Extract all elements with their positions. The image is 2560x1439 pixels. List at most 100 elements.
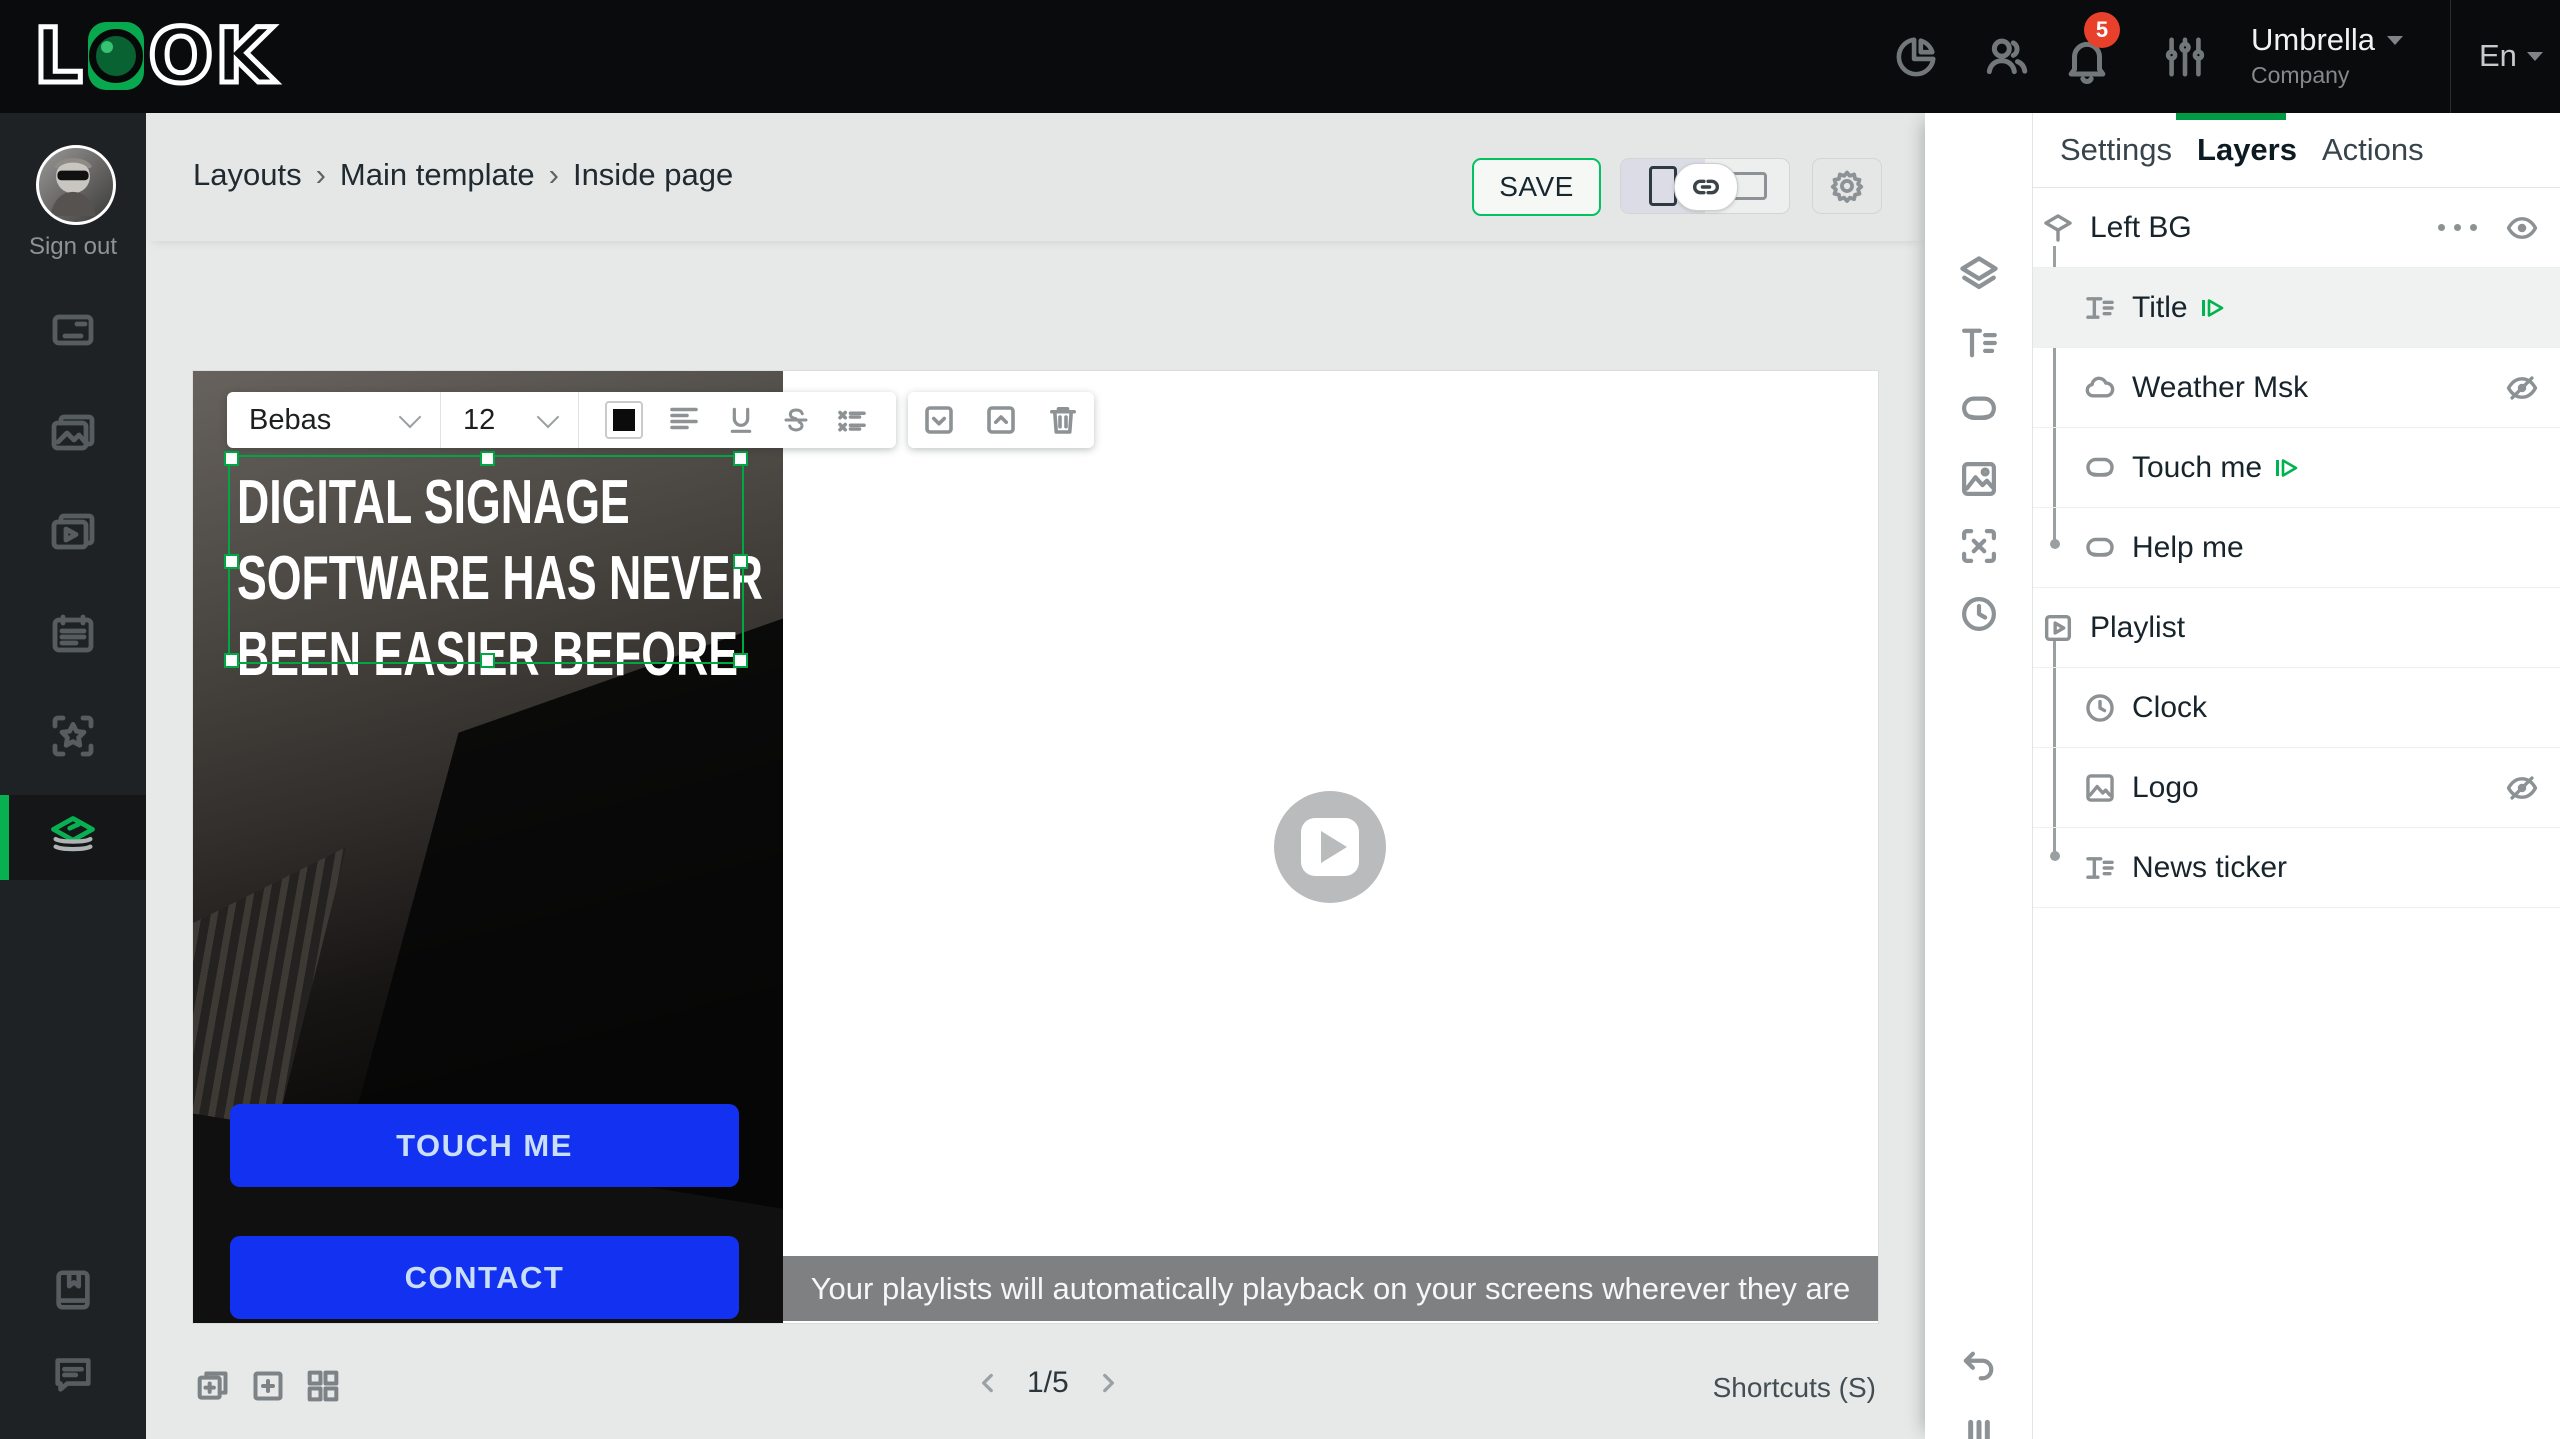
columns-button[interactable] <box>1956 1411 2002 1439</box>
tab-actions[interactable]: Actions <box>2322 132 2424 168</box>
visibility-eye-off-icon[interactable] <box>2505 371 2539 405</box>
touch-me-button[interactable]: TOUCH ME <box>230 1104 739 1187</box>
save-button[interactable]: SAVE <box>1472 158 1601 216</box>
button-icon <box>2083 531 2117 565</box>
breadcrumb-layouts[interactable]: Layouts <box>193 157 302 193</box>
chevron-down-icon <box>536 405 560 429</box>
link-icon <box>1693 179 1719 195</box>
sidebar-item-screens[interactable] <box>0 288 146 374</box>
top-bar: L O K 5 Umbrella Company En <box>0 0 2560 113</box>
duplicate-page-button[interactable] <box>193 1366 233 1406</box>
play-icon <box>1301 818 1359 876</box>
link-orientations-toggle[interactable] <box>1674 163 1738 211</box>
chevron-down-icon <box>398 405 422 429</box>
sidebar-item-docs[interactable] <box>0 1247 146 1333</box>
title-text-element[interactable]: DIGITAL SIGNAGE SOFTWARE HAS NEVER BEEN … <box>237 465 763 693</box>
layer-row-help-me[interactable]: Help me <box>2033 508 2560 588</box>
add-layer-button[interactable] <box>1956 252 2002 298</box>
undo-button[interactable] <box>1956 1343 2002 1389</box>
layer-label: News ticker <box>2132 850 2288 884</box>
prev-page-chevron-icon[interactable] <box>975 1370 1001 1396</box>
panel-tabs: Settings Layers Actions <box>2033 113 2560 188</box>
media-gallery-icon <box>51 414 95 451</box>
playlist-placeholder[interactable] <box>1274 791 1386 903</box>
add-image-button[interactable] <box>1956 456 2002 502</box>
users-icon[interactable] <box>1981 32 2031 82</box>
gear-icon <box>1830 170 1864 203</box>
layer-label: Title <box>2132 290 2188 324</box>
analytics-pie-icon[interactable] <box>1893 34 1939 80</box>
bring-forward-button[interactable] <box>983 402 1019 438</box>
arrow-up-square-icon <box>987 406 1015 434</box>
contact-button[interactable]: CONTACT <box>230 1236 739 1319</box>
layer-row-clock[interactable]: Clock <box>2033 668 2560 748</box>
news-ticker-element[interactable]: Your playlists will automatically playba… <box>783 1256 1878 1321</box>
sidebar-item-support[interactable] <box>0 1331 146 1417</box>
settings-sliders-icon[interactable] <box>2162 34 2208 80</box>
add-page-button[interactable] <box>248 1366 288 1406</box>
canvas-artboard[interactable]: DIGITAL SIGNAGE SOFTWARE HAS NEVER BEEN … <box>193 371 1878 1323</box>
delete-button[interactable] <box>1045 402 1081 438</box>
underline-button[interactable] <box>725 404 757 436</box>
layer-label: Left BG <box>2090 210 2192 244</box>
sidebar-item-layouts[interactable] <box>0 795 146 880</box>
left-bg-photo[interactable]: DIGITAL SIGNAGE SOFTWARE HAS NEVER BEEN … <box>193 371 783 1323</box>
visibility-eye-icon[interactable] <box>2505 211 2539 245</box>
cloud-icon <box>2083 371 2117 405</box>
add-page-icon <box>253 1371 283 1401</box>
layer-row-weather-msk[interactable]: Weather Msk <box>2033 348 2560 428</box>
layer-row-logo[interactable]: Logo <box>2033 748 2560 828</box>
breadcrumb-main-template[interactable]: Main template <box>340 157 535 193</box>
orientation-toggle[interactable] <box>1620 158 1790 214</box>
strikethrough-button[interactable] <box>781 405 811 435</box>
tab-settings[interactable]: Settings <box>2060 132 2172 168</box>
layers-icon <box>2041 211 2075 245</box>
text-icon <box>1962 328 1997 358</box>
list-button[interactable] <box>834 402 870 438</box>
sidebar-item-apps[interactable] <box>0 693 146 779</box>
add-qr-button[interactable] <box>1956 523 2002 569</box>
button-icon <box>2083 451 2117 485</box>
layer-row-left-bg[interactable]: Left BG <box>2033 188 2560 268</box>
logo-letter-l: L <box>31 11 85 100</box>
page-navigation: 1/5 <box>975 1366 1121 1400</box>
font-size-select[interactable]: 12 <box>441 392 578 448</box>
color-swatch <box>612 409 635 431</box>
add-button-button[interactable] <box>1956 387 2002 433</box>
add-clock-button[interactable] <box>1956 591 2002 637</box>
send-backward-button[interactable] <box>921 402 957 438</box>
layer-row-playlist[interactable]: Playlist <box>2033 588 2560 668</box>
sidebar-item-media[interactable] <box>0 390 146 476</box>
button-icon <box>1962 396 1996 420</box>
shortcuts-link[interactable]: Shortcuts (S) <box>1556 1372 1876 1404</box>
layer-row-touch-me[interactable]: Touch me <box>2033 428 2560 508</box>
text-icon <box>2083 851 2117 885</box>
sidebar-item-schedule[interactable] <box>0 591 146 677</box>
layer-options-dots-icon[interactable] <box>2438 224 2477 231</box>
visibility-eye-off-icon[interactable] <box>2505 771 2539 805</box>
resize-handle-n[interactable] <box>480 451 495 466</box>
layer-row-news-ticker[interactable]: News ticker <box>2033 828 2560 908</box>
sign-out-link[interactable]: Sign out <box>0 233 146 261</box>
account-menu[interactable]: Umbrella Company <box>2251 22 2404 89</box>
add-text-button[interactable] <box>1956 320 2002 366</box>
layer-row-title[interactable]: Title <box>2033 268 2560 348</box>
resize-handle-nw[interactable] <box>224 451 239 466</box>
layout-settings-button[interactable] <box>1812 158 1882 214</box>
avatar[interactable] <box>36 145 116 225</box>
sidebar-item-playlists[interactable] <box>0 489 146 575</box>
active-indicator <box>0 795 9 880</box>
resize-handle-ne[interactable] <box>733 451 748 466</box>
language-selector[interactable]: En <box>2479 38 2543 74</box>
look-logo[interactable]: L O K <box>31 11 276 100</box>
video-playlists-icon <box>51 513 95 550</box>
app-root: L O K 5 Umbrella Company En Sign out Lay… <box>0 0 2560 1439</box>
text-color-button[interactable] <box>604 401 643 439</box>
topbar-divider <box>2450 0 2451 113</box>
next-page-chevron-icon[interactable] <box>1095 1370 1121 1396</box>
grid-view-button[interactable] <box>303 1366 343 1406</box>
align-button[interactable] <box>666 402 702 438</box>
font-family-select[interactable]: Bebas <box>227 392 440 448</box>
clock-icon <box>2083 691 2117 725</box>
tab-layers[interactable]: Layers <box>2197 132 2297 168</box>
